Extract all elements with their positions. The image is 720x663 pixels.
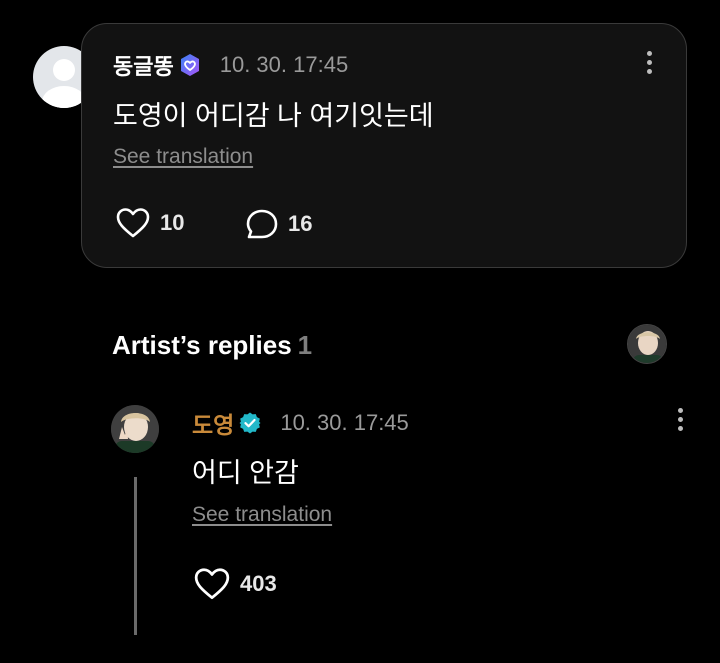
reply-like-button[interactable]: 403 xyxy=(193,567,277,601)
artist-avatar-thumbnail[interactable] xyxy=(627,324,667,364)
post-more-icon[interactable] xyxy=(643,51,655,81)
post-like-count: 10 xyxy=(160,210,185,235)
post-see-translation-link[interactable]: See translation xyxy=(113,145,253,169)
reply-header: 도영 10. 30. 17:45 xyxy=(192,406,409,440)
reply-username[interactable]: 도영 xyxy=(192,406,234,440)
reply-like-count: 403 xyxy=(240,571,277,596)
reply-timestamp: 10. 30. 17:45 xyxy=(280,410,409,435)
thread-line xyxy=(134,477,137,635)
post-like-button[interactable]: 10 xyxy=(115,207,184,239)
artist-avatar[interactable] xyxy=(111,405,159,453)
speech-bubble-icon xyxy=(246,209,278,239)
heart-membership-badge-icon xyxy=(178,53,202,77)
heart-outline-icon xyxy=(116,208,150,238)
post-timestamp: 10. 30. 17:45 xyxy=(219,52,349,77)
heart-outline-icon xyxy=(194,568,230,600)
post-text: 도영이 어디감 나 여기잇는데 xyxy=(113,101,434,131)
post-comment-button[interactable]: 16 xyxy=(245,208,312,240)
post-username[interactable]: 동글똥 xyxy=(113,49,174,81)
artist-replies-title: Artist’s replies xyxy=(112,330,292,360)
post-comment-count: 16 xyxy=(288,211,313,236)
reply-see-translation-link[interactable]: See translation xyxy=(192,503,332,527)
post-header: 동글똥 10. 30. 17:45 xyxy=(113,49,349,81)
reply-more-icon[interactable] xyxy=(674,408,686,438)
verified-badge-icon xyxy=(238,411,262,435)
artist-replies-heading: Artist’s replies 1 xyxy=(112,330,312,361)
reply-text: 어디 안감 xyxy=(192,458,299,488)
artist-replies-count: 1 xyxy=(297,330,313,360)
post-card: 동글똥 10. 30. 17:45 도영이 어디감 나 여기잇는데 See tr… xyxy=(81,23,687,268)
